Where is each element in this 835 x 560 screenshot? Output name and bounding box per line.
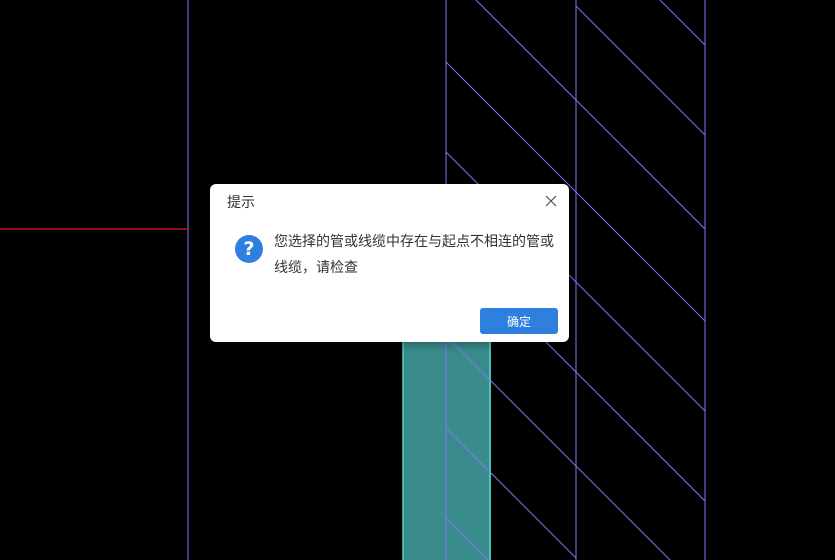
dialog-title: 提示 [227, 195, 255, 211]
dialog-message: 您选择的管或线缆中存在与起点不相连的管或线缆，请检查 [274, 234, 554, 276]
hatch-line [445, 61, 577, 193]
close-icon[interactable] [543, 193, 559, 209]
hatch-line [475, 0, 577, 101]
ok-button[interactable]: 确定 [480, 308, 558, 334]
hatch-line [575, 99, 706, 230]
question-icon: ? [235, 235, 263, 263]
prompt-dialog: 提示 ? 您选择的管或线缆中存在与起点不相连的管或线缆，请检查 确定 [210, 184, 569, 342]
hatch-line [575, 465, 671, 560]
hatch-line [659, 0, 706, 46]
